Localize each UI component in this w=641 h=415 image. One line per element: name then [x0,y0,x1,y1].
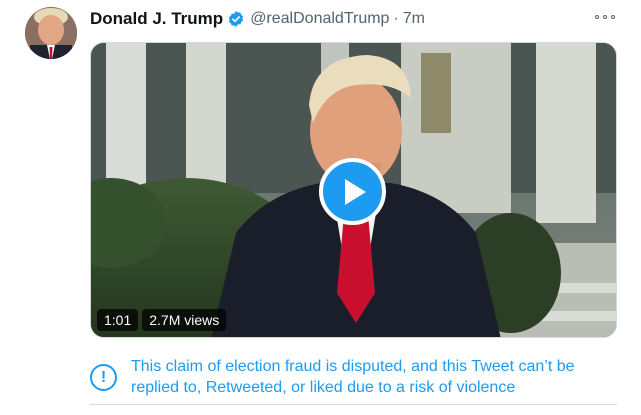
video-duration: 1:01 [97,309,139,331]
exclamation-circle-icon: ! [90,363,117,391]
avatar[interactable] [25,7,77,59]
more-options-icon[interactable] [595,8,615,26]
tweet: Donald J. Trump @realDonaldTrump · 7m 1:… [0,0,641,415]
notice-text[interactable]: This claim of election fraud is disputed… [131,356,617,398]
disputed-claim-notice[interactable]: ! This claim of election fraud is disput… [90,352,617,402]
video-view-count: 2.7M views [142,309,227,331]
more-dot [603,15,607,19]
tweet-divider [90,404,617,405]
play-triangle [345,178,366,205]
play-icon[interactable] [319,158,386,225]
author-name[interactable]: Donald J. Trump [90,9,223,29]
tweet-header: Donald J. Trump @realDonaldTrump · 7m [90,7,425,31]
video-stats: 1:01 2.7M views [97,309,227,331]
header-separator: · [393,10,399,27]
more-dot [595,15,599,19]
verified-badge-icon [229,11,244,27]
more-dot [611,15,615,19]
author-handle[interactable]: @realDonaldTrump [250,10,389,28]
tweet-timestamp[interactable]: 7m [403,10,425,28]
